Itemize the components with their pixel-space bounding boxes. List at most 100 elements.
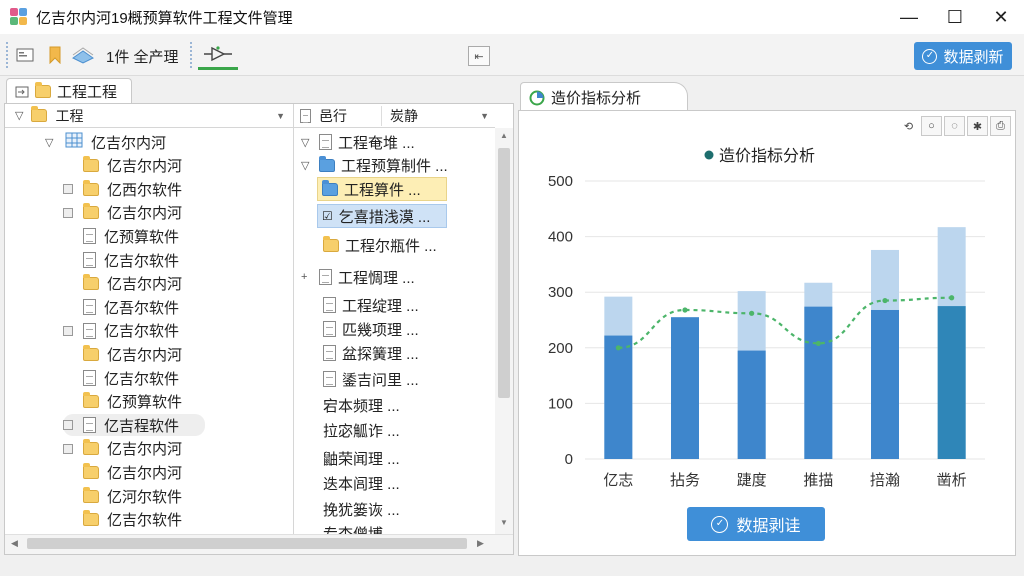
chart-panel: 造价指标分析 0 100 200 300 400 500 亿志 拈务 踕度 推描 掊瀚 凿析 — [518, 110, 1016, 556]
toolbar-label[interactable]: 1件 全产理 — [106, 46, 179, 67]
document-icon — [83, 417, 96, 434]
tree-item[interactable]: 亿吾尔软件 — [63, 296, 179, 318]
tree-item-label: 亿吾尔软件 — [104, 299, 180, 317]
trend-point — [682, 307, 688, 313]
tree-item[interactable]: 亿吉程软件 — [63, 414, 205, 437]
refresh-data-button[interactable]: ✓ 数据剥新 — [914, 42, 1012, 70]
list-item[interactable]: ▽ 工程奄堆 ... — [301, 131, 415, 153]
list-item[interactable]: 工程算件 ... — [317, 177, 447, 201]
collapse-icon[interactable] — [63, 443, 73, 454]
document-icon — [319, 269, 332, 285]
tree-item[interactable]: 亿吉尔软件 — [63, 249, 179, 271]
blue-folder-icon — [319, 155, 335, 172]
list-header-col1[interactable]: 邑行 — [319, 106, 381, 126]
tree-header[interactable]: ▽ 工程 ▼ — [5, 104, 293, 128]
expand-plus-icon[interactable]: + — [301, 271, 319, 283]
tree-item-label: 亿吉尔软件 — [104, 370, 180, 388]
scroll-down-icon[interactable]: ▼ — [500, 518, 508, 527]
doc-icon — [300, 108, 311, 123]
list-item[interactable]: 盆探簧理 ... — [323, 342, 419, 364]
list-header-col2[interactable]: 炭静 — [381, 105, 491, 126]
pane-divider[interactable] — [293, 104, 294, 534]
reset-icon[interactable]: ⟲ — [898, 116, 919, 136]
open-file-icon[interactable] — [14, 44, 36, 66]
tree-item-label: 亿预算软件 — [107, 394, 183, 412]
trend-point — [615, 345, 621, 351]
tree-item-label: 亿吉尔内河 — [107, 346, 183, 364]
list-item[interactable]: 宕本频理 ... — [323, 394, 400, 416]
blue-folder-icon — [322, 179, 338, 196]
tree-item[interactable]: 亿吉尔软件 — [63, 509, 182, 531]
tree-item-label: 亿吉尔内河 — [107, 158, 183, 176]
scroll-left-icon[interactable]: ◀ — [11, 538, 18, 549]
toolbar-separator — [190, 42, 192, 68]
pin-icon[interactable]: ✱ — [967, 116, 988, 136]
layers-icon[interactable] — [72, 44, 94, 66]
list-item[interactable]: ▽ 工程预算制件 ... — [301, 154, 448, 176]
tree-item[interactable]: 亿预算软件 — [63, 225, 179, 247]
collapse-icon[interactable] — [63, 420, 73, 431]
dropdown-arrow-icon[interactable]: ▼ — [276, 111, 285, 121]
expand-arrow-icon[interactable]: ▽ — [301, 159, 319, 172]
collapse-icon[interactable] — [63, 184, 73, 195]
maximize-button[interactable]: ☐ — [932, 0, 978, 34]
collapse-icon[interactable] — [63, 325, 73, 336]
tab-project[interactable]: 工程工程 — [6, 78, 132, 104]
pie-chart-icon — [529, 90, 545, 105]
tree-item[interactable]: 亿吉尔软件 — [63, 367, 179, 389]
tree-item[interactable]: 亿吉尔内河 — [63, 438, 182, 460]
document-icon — [323, 297, 336, 313]
lasso-icon[interactable]: ◌ — [944, 116, 965, 136]
save-image-icon[interactable]: ⎙ — [990, 116, 1011, 136]
tree-item[interactable]: 亿西尔软件 — [63, 178, 182, 200]
close-button[interactable]: ✕ — [978, 0, 1024, 34]
bar-lower — [737, 350, 766, 459]
expand-arrow-icon[interactable]: ▽ — [301, 136, 319, 149]
tree-item[interactable]: 亿吉尔软件 — [63, 320, 179, 342]
bookmark-icon[interactable] — [44, 44, 66, 66]
tree-item[interactable]: 亿河尔软件 — [63, 485, 182, 507]
list-item-label: 工程预算制件 ... — [341, 157, 448, 175]
trend-point — [882, 297, 888, 304]
tree-item[interactable]: ▽ 亿吉尔内河 — [45, 131, 166, 153]
document-icon — [323, 321, 336, 337]
workflow-toggle[interactable] — [198, 40, 238, 70]
dropdown-arrow-icon[interactable]: ▼ — [480, 111, 489, 121]
refresh-chart-button[interactable]: ✓ 数据剥诖 — [687, 507, 825, 541]
document-icon — [83, 322, 96, 339]
horizontal-scroll-thumb[interactable] — [27, 538, 467, 549]
tree-item[interactable]: 亿吉尔内河 — [63, 461, 182, 483]
list-item[interactable]: 鼬荣闻理 ... — [323, 447, 400, 469]
tab-cost-analysis[interactable]: 造价指标分析 — [520, 82, 688, 112]
scroll-up-icon[interactable]: ▲ — [500, 131, 508, 140]
expand-arrow-icon[interactable]: ▽ — [45, 136, 65, 149]
list-item[interactable]: 迭本闾理 ... — [323, 472, 400, 494]
tree-item[interactable]: 亿吉尔内河 — [63, 155, 182, 177]
list-item[interactable]: ☑ 乞喜措浅漠 ... — [317, 204, 447, 228]
list-item[interactable]: 匹幾项理 ... — [323, 318, 419, 340]
list-item[interactable]: + 工程惆理 ... — [301, 266, 415, 288]
bar-lower — [671, 317, 699, 459]
list-item[interactable]: 挽犹篓诙 ... — [323, 498, 400, 520]
tree-item[interactable]: 亿吉尔内河 — [63, 202, 182, 224]
collapse-panel-button[interactable]: ⇤ — [468, 46, 490, 66]
chart-toolbar: ⟲ ○ ◌ ✱ ⎙ — [898, 116, 1011, 136]
list-item[interactable]: 鋈吉问里 ... — [323, 368, 419, 390]
folder-icon — [83, 486, 99, 503]
list-item[interactable]: 拉宓觚诈 ... — [323, 419, 400, 441]
circle-tool-icon[interactable]: ○ — [921, 116, 942, 136]
tree-item[interactable]: 亿吉尔内河 — [63, 273, 182, 295]
collapse-icon[interactable] — [63, 207, 73, 218]
minimize-button[interactable]: — — [886, 0, 932, 34]
tree-item[interactable]: 亿吉尔内河 — [63, 343, 182, 365]
list-item[interactable]: 工程绽理 ... — [323, 294, 419, 316]
list-item[interactable]: 工程尔瓶件 ... — [323, 234, 437, 256]
vertical-scroll-thumb[interactable] — [498, 148, 510, 398]
trend-line — [618, 296, 952, 349]
scroll-right-icon[interactable]: ▶ — [477, 538, 484, 549]
folder-icon — [83, 203, 99, 220]
filter-icon: ▽ — [15, 110, 24, 122]
bar-lower — [871, 309, 899, 459]
tree-item[interactable]: 亿预算软件 — [63, 391, 182, 413]
window-title: 亿吉尔内河19概预算软件工程文件管理 — [36, 9, 293, 27]
